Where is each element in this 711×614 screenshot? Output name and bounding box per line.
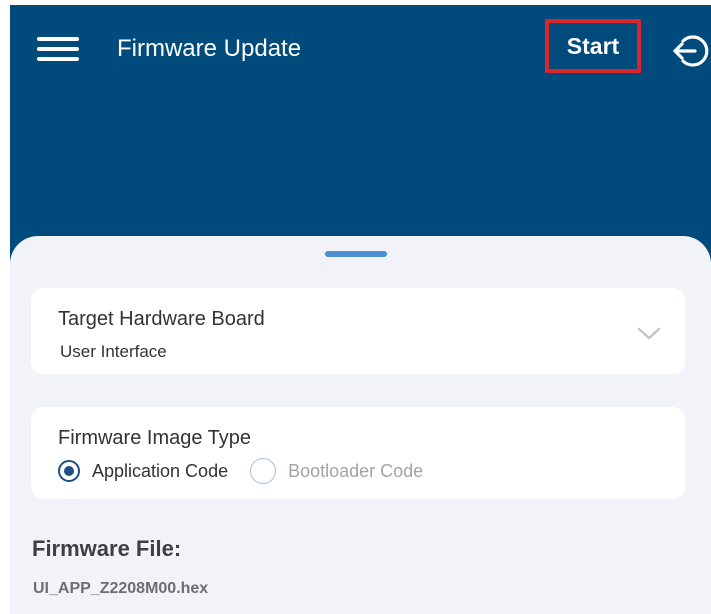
drag-handle[interactable] xyxy=(325,251,387,257)
page-title: Firmware Update xyxy=(117,35,302,62)
radio-unselected-icon xyxy=(250,458,277,484)
radio-bootloader-code[interactable]: Bootloader Code xyxy=(250,458,423,484)
logout-icon-svg xyxy=(673,35,709,67)
radio-bootloader-code-label: Bootloader Code xyxy=(288,460,424,481)
menu-line xyxy=(37,57,79,61)
firmware-file-name[interactable]: UI_APP_Z2208M00.hex xyxy=(33,580,208,598)
chevron-down-icon xyxy=(637,327,661,340)
firmware-image-type-label: Firmware Image Type xyxy=(58,427,252,449)
firmware-image-type-card: Firmware Image Type Application Code Boo… xyxy=(31,407,685,499)
radio-application-code-label: Application Code xyxy=(92,460,229,481)
menu-line xyxy=(37,37,79,41)
firmware-update-screen: Firmware Update Start Target Hardware Bo… xyxy=(0,0,711,614)
image-type-radio-group: Application Code Bootloader Code xyxy=(58,458,445,484)
firmware-file-heading: Firmware File: xyxy=(32,536,182,561)
hamburger-menu-icon[interactable] xyxy=(37,30,81,68)
radio-application-code[interactable]: Application Code xyxy=(58,460,228,482)
target-board-value: User Interface xyxy=(60,342,167,361)
radio-selected-icon xyxy=(58,460,80,482)
bottom-sheet: Target Hardware Board User Interface Fir… xyxy=(10,236,711,614)
menu-line xyxy=(37,47,79,51)
target-board-label: Target Hardware Board xyxy=(58,308,265,330)
start-button[interactable]: Start xyxy=(545,19,641,73)
target-board-dropdown[interactable]: Target Hardware Board User Interface xyxy=(31,288,685,374)
logout-icon[interactable] xyxy=(668,29,711,73)
